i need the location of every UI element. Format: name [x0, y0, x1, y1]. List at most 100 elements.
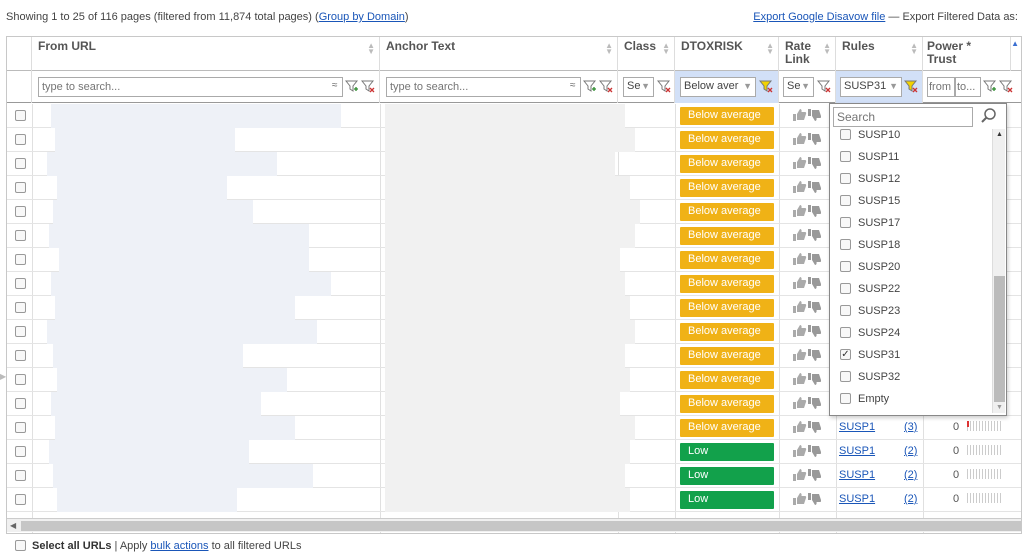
rule-option[interactable]: Empty — [830, 389, 990, 411]
row-checkbox[interactable] — [15, 110, 26, 121]
rules-select[interactable]: SUSP31 ▼ — [840, 77, 902, 97]
power-to-input[interactable] — [955, 77, 981, 97]
select-all-checkbox[interactable] — [15, 540, 26, 551]
row-checkbox[interactable] — [15, 422, 26, 433]
rule-option-checkbox[interactable] — [840, 371, 851, 382]
thumbs-rate-icon[interactable] — [791, 228, 822, 245]
rule-link[interactable]: SUSP1 — [839, 421, 875, 433]
dtoxrisk-select[interactable]: Below aver ▼ — [680, 77, 756, 97]
rule-option[interactable]: SUSP22 — [830, 279, 990, 301]
thumbs-rate-icon[interactable] — [791, 372, 822, 389]
sort-icon[interactable]: ▲ ▼ — [662, 42, 670, 56]
search-icon[interactable] — [980, 107, 998, 125]
filter-active-clear-icon[interactable] — [904, 79, 918, 93]
select-all-label[interactable]: Select all URLs — [32, 540, 111, 552]
scroll-up-icon[interactable]: ▲ — [996, 131, 1003, 138]
rule-option[interactable]: ✓ SUSP31 — [830, 345, 990, 367]
header-rules[interactable]: Rules ▲ ▼ — [836, 37, 923, 71]
row-checkbox[interactable] — [15, 302, 26, 313]
class-select[interactable]: Se ▼ — [623, 77, 654, 97]
scroll-down-icon[interactable]: ▼ — [996, 404, 1003, 411]
rule-link[interactable]: SUSP1 — [839, 469, 875, 481]
sort-icon[interactable]: ▲ ▼ — [605, 42, 613, 56]
rule-count-link[interactable]: (2) — [904, 493, 917, 505]
rules-scroll-thumb[interactable] — [994, 276, 1005, 402]
rule-option-checkbox[interactable] — [840, 305, 851, 316]
row-checkbox[interactable] — [15, 470, 26, 481]
filter-clear-icon[interactable] — [999, 79, 1013, 93]
rule-option[interactable]: SUSP10 — [830, 129, 990, 147]
filter-active-clear-icon[interactable] — [759, 79, 773, 93]
sort-icon[interactable]: ▲ ▼ — [910, 42, 918, 56]
rule-option-checkbox[interactable] — [840, 173, 851, 184]
row-checkbox[interactable] — [15, 350, 26, 361]
rule-option[interactable]: SUSP32 — [830, 367, 990, 389]
rule-option-checkbox[interactable] — [840, 217, 851, 228]
filter-add-icon[interactable] — [345, 79, 359, 93]
rule-option[interactable]: SUSP20 — [830, 257, 990, 279]
wildcard-icon[interactable]: ≈ — [570, 80, 576, 91]
rule-option[interactable]: SUSP18 — [830, 235, 990, 257]
sort-icon[interactable]: ▲ ▼ — [367, 42, 375, 56]
header-class[interactable]: Class ▲ ▼ — [618, 37, 675, 71]
rule-option[interactable]: SUSP12 — [830, 169, 990, 191]
horizontal-scroll-thumb[interactable] — [21, 521, 1021, 531]
power-from-input[interactable] — [927, 77, 955, 97]
from-url-search-input[interactable] — [38, 77, 343, 97]
group-by-domain-link[interactable]: Group by Domain — [319, 11, 405, 23]
thumbs-rate-icon[interactable] — [791, 252, 822, 269]
filter-add-icon[interactable] — [983, 79, 997, 93]
row-checkbox[interactable] — [15, 158, 26, 169]
row-checkbox[interactable] — [15, 206, 26, 217]
rules-search-input[interactable] — [833, 107, 973, 127]
thumbs-rate-icon[interactable] — [791, 132, 822, 149]
rule-option-checkbox[interactable] — [840, 283, 851, 294]
thumbs-rate-icon[interactable] — [791, 348, 822, 365]
horizontal-scrollbar[interactable]: ◀ — [7, 518, 1021, 532]
thumbs-rate-icon[interactable] — [791, 444, 822, 461]
filter-add-icon[interactable] — [583, 79, 597, 93]
row-checkbox[interactable] — [15, 134, 26, 145]
rule-count-link[interactable]: (2) — [904, 445, 917, 457]
rule-count-link[interactable]: (2) — [904, 469, 917, 481]
rule-option-checkbox[interactable] — [840, 195, 851, 206]
row-checkbox[interactable] — [15, 446, 26, 457]
rule-option[interactable]: SUSP23 — [830, 301, 990, 323]
rule-option-checkbox[interactable] — [840, 239, 851, 250]
wildcard-icon[interactable]: ≈ — [332, 80, 338, 91]
thumbs-rate-icon[interactable] — [791, 156, 822, 173]
rule-count-link[interactable]: (3) — [904, 421, 917, 433]
rules-list-scrollbar[interactable]: ▲ ▼ — [992, 129, 1005, 413]
scroll-left-icon[interactable]: ◀ — [10, 521, 16, 530]
header-rate-link[interactable]: Rate Link ▲ ▼ — [779, 37, 836, 71]
thumbs-rate-icon[interactable] — [791, 300, 822, 317]
header-anchor-text[interactable]: Anchor Text ▲ ▼ — [380, 37, 618, 71]
row-checkbox[interactable] — [15, 182, 26, 193]
filter-clear-icon[interactable] — [361, 79, 375, 93]
filter-clear-icon[interactable] — [817, 79, 831, 93]
header-power-trust[interactable]: Power * Trust — [923, 37, 1011, 71]
thumbs-rate-icon[interactable] — [791, 276, 822, 293]
row-checkbox[interactable] — [15, 494, 26, 505]
rule-link[interactable]: SUSP1 — [839, 493, 875, 505]
sort-icon[interactable]: ▲ ▼ — [766, 42, 774, 56]
row-checkbox[interactable] — [15, 326, 26, 337]
header-from-url[interactable]: From URL ▲ ▼ — [32, 37, 380, 71]
rate-select[interactable]: Se ▼ — [783, 77, 814, 97]
expand-left-icon[interactable]: ▶ — [0, 372, 6, 381]
thumbs-rate-icon[interactable] — [791, 204, 822, 221]
thumbs-rate-icon[interactable] — [791, 468, 822, 485]
row-checkbox[interactable] — [15, 278, 26, 289]
rule-option-checkbox[interactable] — [840, 261, 851, 272]
thumbs-rate-icon[interactable] — [791, 108, 822, 125]
row-checkbox[interactable] — [15, 374, 26, 385]
thumbs-rate-icon[interactable] — [791, 180, 822, 197]
filter-clear-icon[interactable] — [657, 79, 671, 93]
row-checkbox[interactable] — [15, 398, 26, 409]
row-checkbox[interactable] — [15, 254, 26, 265]
thumbs-rate-icon[interactable] — [791, 420, 822, 437]
rule-option-checkbox[interactable] — [840, 129, 851, 140]
rule-option-checkbox[interactable] — [840, 393, 851, 404]
anchor-search-input[interactable] — [386, 77, 581, 97]
thumbs-rate-icon[interactable] — [791, 324, 822, 341]
